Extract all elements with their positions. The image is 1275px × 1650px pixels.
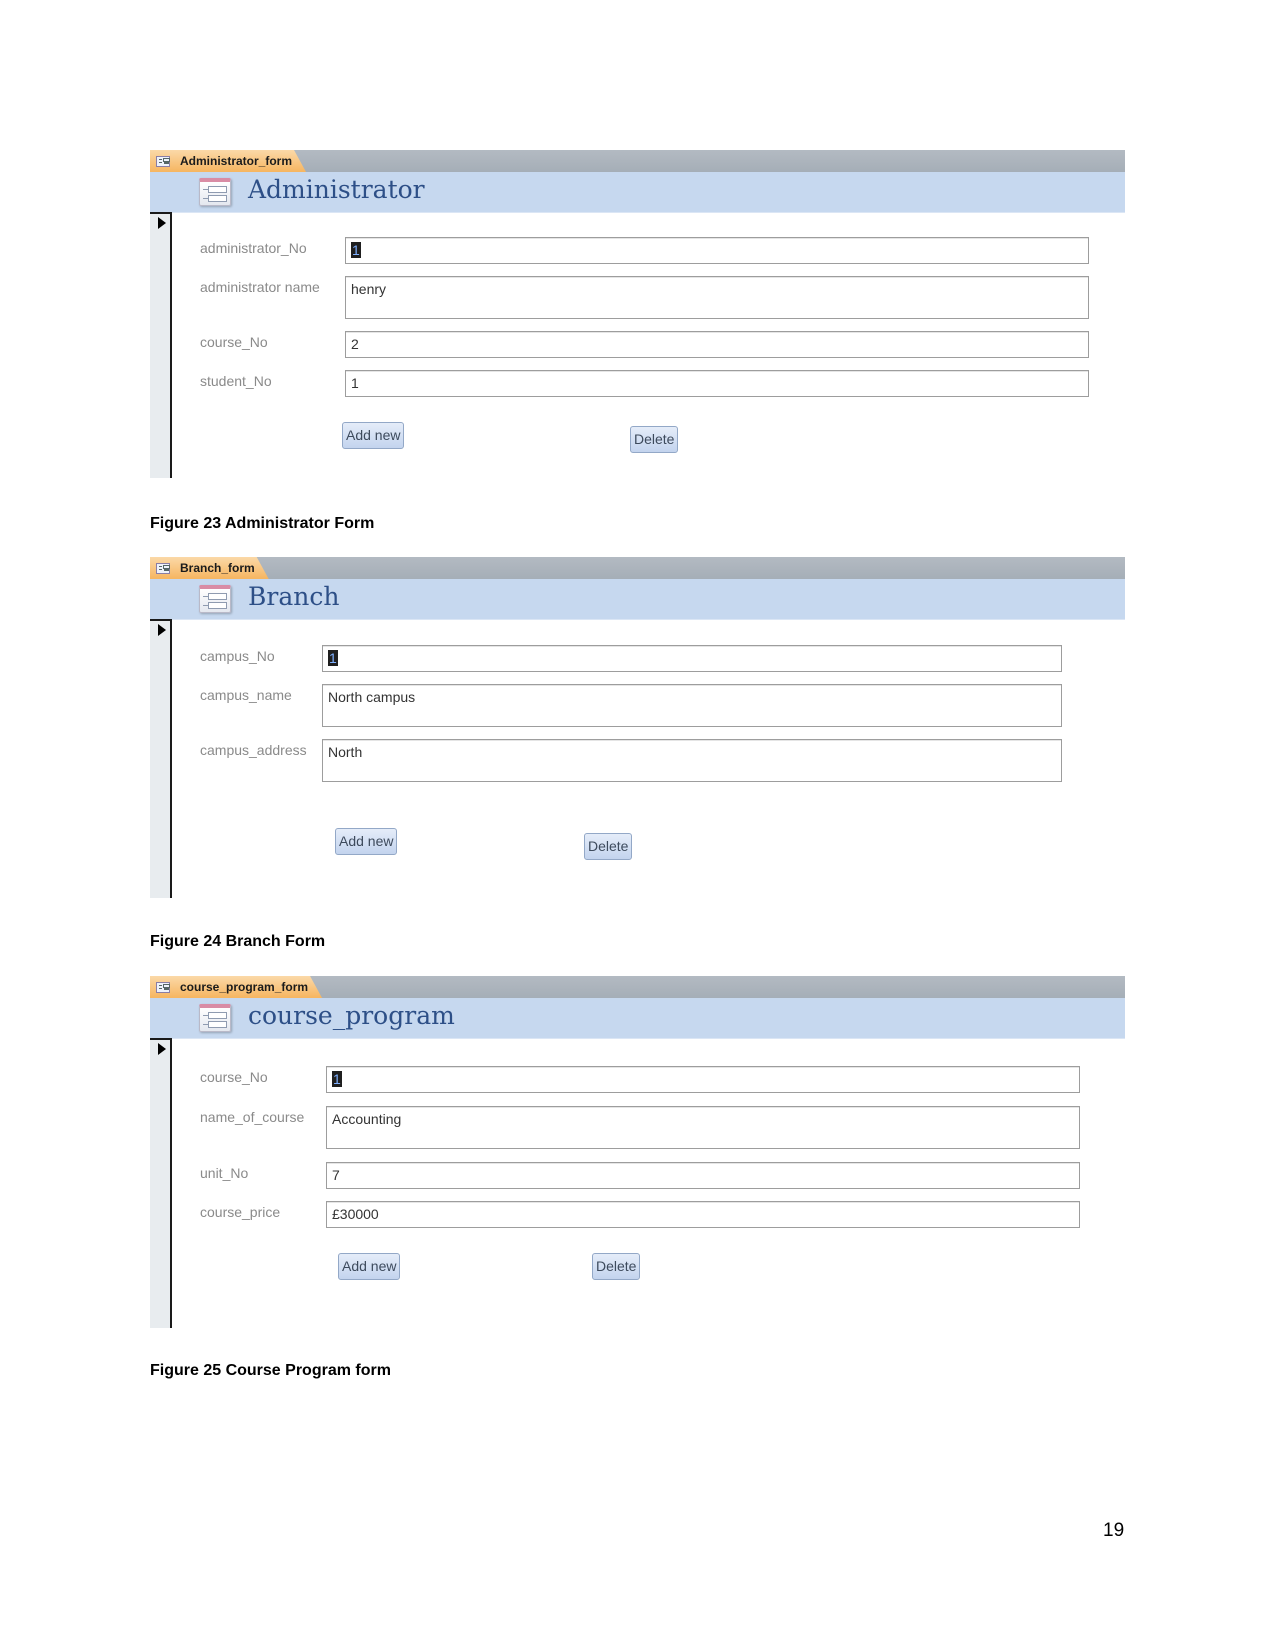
form-tab-icon: [156, 982, 170, 993]
form-tab-icon: [156, 563, 170, 574]
administrator-form: Administrator_form Administrator adminis…: [150, 150, 1125, 478]
tab-label: Branch_form: [180, 561, 255, 575]
form-title: course_program: [248, 1001, 455, 1030]
administrator-form-tab[interactable]: Administrator_form: [150, 150, 306, 172]
tab-label: Administrator_form: [180, 154, 293, 168]
figure-caption: Figure 24 Branch Form: [150, 933, 326, 950]
student-no-input[interactable]: 1: [345, 370, 1089, 397]
current-record-arrow-icon: [158, 624, 166, 636]
branch-form-tab[interactable]: Branch_form: [150, 557, 269, 579]
field-label-course-price: course_price: [200, 1204, 281, 1220]
add-new-button[interactable]: Add new: [342, 422, 405, 449]
form-header: course_program: [150, 998, 1125, 1039]
campus-no-input[interactable]: 1: [322, 645, 1062, 672]
field-label-campus-no: campus_No: [200, 648, 275, 664]
field-value: 1: [351, 242, 361, 258]
branch-form: Branch_form Branch campus_No 1 campus_na…: [150, 557, 1125, 898]
field-label-administrator-no: administrator_No: [200, 240, 307, 256]
form-title: Administrator: [248, 175, 425, 204]
field-label-unit-no: unit_No: [200, 1165, 249, 1181]
field-label-course-no: course_No: [200, 1069, 268, 1085]
course-no-input[interactable]: 2: [345, 331, 1089, 358]
page-number: 19: [1103, 1520, 1125, 1541]
administrator-name-input[interactable]: henry: [345, 276, 1089, 319]
field-value: 1: [332, 1071, 342, 1087]
course-program-form-tab[interactable]: course_program_form: [150, 976, 322, 998]
form-icon: [199, 1004, 231, 1032]
field-label-administrator-name: administrator name: [200, 279, 320, 295]
record-selector[interactable]: [150, 212, 172, 478]
delete-button[interactable]: Delete: [592, 1253, 641, 1280]
form-tab-bar: Administrator_form: [150, 150, 1125, 173]
form-header: Branch: [150, 579, 1125, 620]
figure-caption: Figure 25 Course Program form: [150, 1362, 391, 1379]
campus-address-input[interactable]: North: [322, 739, 1062, 782]
form-title: Branch: [248, 582, 340, 611]
course-price-input[interactable]: £30000: [326, 1201, 1080, 1228]
record-selector[interactable]: [150, 1038, 172, 1328]
field-label-campus-name: campus_name: [200, 687, 292, 703]
delete-button[interactable]: Delete: [584, 833, 633, 860]
record-selector-border: [150, 619, 170, 621]
field-label-course-no: course_No: [200, 334, 268, 350]
field-value: 1: [328, 650, 338, 666]
form-header: Administrator: [150, 172, 1125, 213]
figure-caption: Figure 23 Administrator Form: [150, 515, 375, 532]
field-label-name-of-course: name_of_course: [200, 1109, 305, 1125]
record-selector-border: [150, 212, 170, 214]
add-new-button[interactable]: Add new: [338, 1253, 401, 1280]
administrator-no-input[interactable]: 1: [345, 237, 1089, 264]
unit-no-input[interactable]: 7: [326, 1162, 1080, 1189]
current-record-arrow-icon: [158, 1043, 166, 1055]
form-tab-bar: Branch_form: [150, 557, 1125, 580]
campus-name-input[interactable]: North campus: [322, 684, 1062, 727]
record-selector[interactable]: [150, 619, 172, 898]
form-icon: [199, 178, 231, 206]
form-icon: [199, 585, 231, 613]
add-new-button[interactable]: Add new: [335, 828, 398, 855]
current-record-arrow-icon: [158, 217, 166, 229]
name-of-course-input[interactable]: Accounting: [326, 1106, 1080, 1149]
field-label-campus-address: campus_address: [200, 742, 307, 758]
course-program-form: course_program_form course_program cours…: [150, 976, 1125, 1328]
form-tab-bar: course_program_form: [150, 976, 1125, 999]
field-label-student-no: student_No: [200, 373, 272, 389]
tab-label: course_program_form: [180, 980, 309, 994]
course-no-input[interactable]: 1: [326, 1066, 1080, 1093]
record-selector-border: [150, 1038, 170, 1040]
form-tab-icon: [156, 156, 170, 167]
delete-button[interactable]: Delete: [630, 426, 679, 453]
